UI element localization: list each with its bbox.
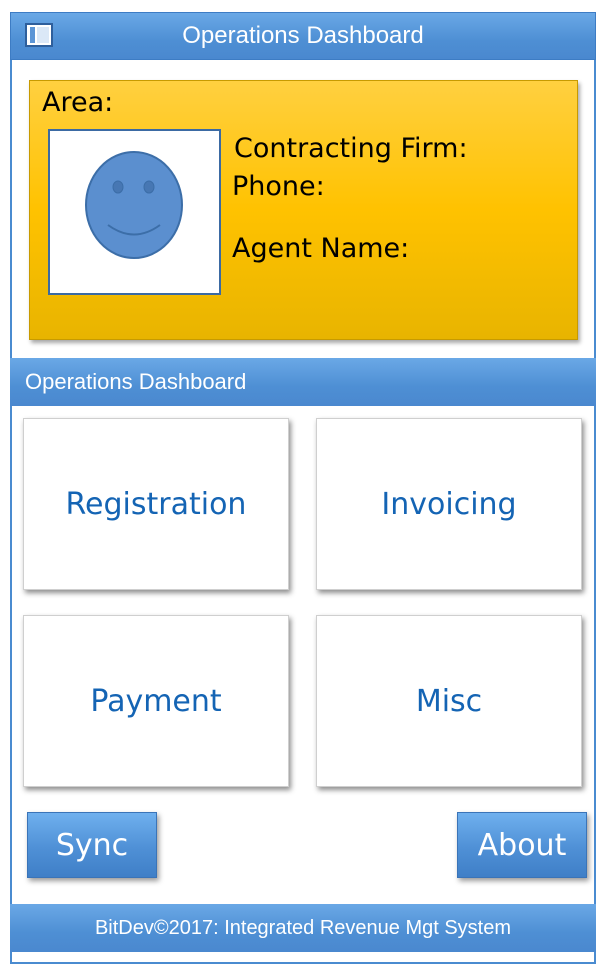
misc-tile[interactable]: Misc [316, 615, 582, 787]
section-title: Operations Dashboard [25, 369, 247, 394]
about-button[interactable]: About [457, 812, 587, 878]
footer-bar: BitDev©2017: Integrated Revenue Mgt Syst… [10, 904, 596, 952]
agent-name-label: Agent Name: [232, 233, 410, 264]
contracting-firm-label: Contracting Firm: [234, 133, 468, 164]
section-header: Operations Dashboard [10, 358, 596, 406]
window-title: Operations Dashboard [182, 22, 424, 49]
smiley-face-icon [85, 151, 183, 259]
avatar [48, 129, 221, 295]
phone-label: Phone: [232, 171, 325, 202]
agent-profile-card: Area: Contracting Firm: Phone: Agent Nam… [29, 80, 578, 340]
sync-button[interactable]: Sync [27, 812, 157, 878]
title-bar: Operations Dashboard [10, 12, 596, 60]
payment-tile[interactable]: Payment [23, 615, 289, 787]
invoicing-tile[interactable]: Invoicing [316, 418, 582, 590]
area-label: Area: [42, 87, 114, 118]
registration-tile[interactable]: Registration [23, 418, 289, 590]
footer-text: BitDev©2017: Integrated Revenue Mgt Syst… [94, 917, 512, 939]
